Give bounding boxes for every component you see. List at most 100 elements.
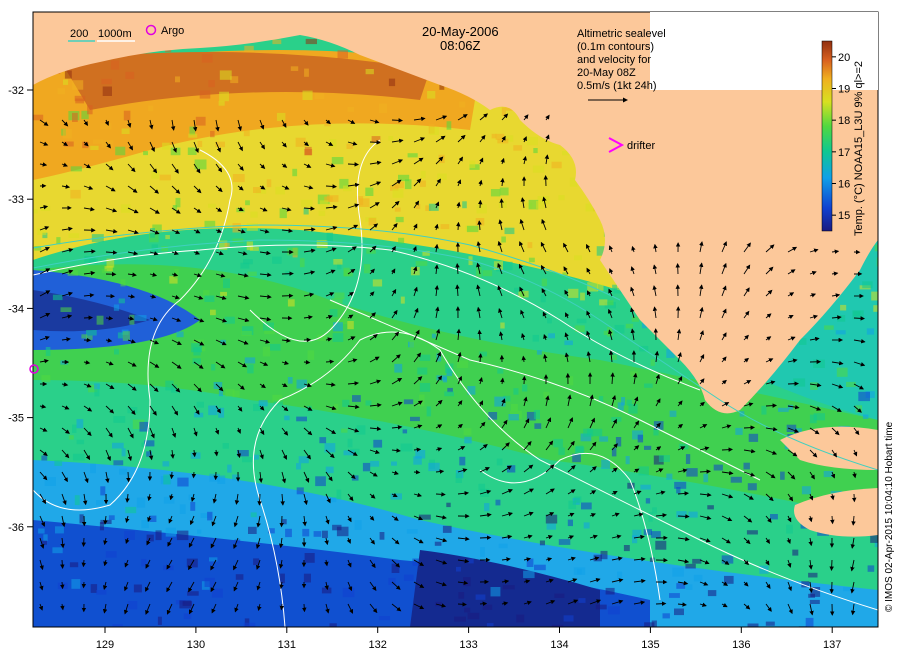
sst-pixel (292, 168, 298, 177)
sst-pixel (242, 457, 253, 463)
colorbar-tick-label: 18 (838, 115, 850, 127)
sst-pixel (404, 179, 412, 190)
sst-pixel (81, 334, 88, 339)
sst-pixel (877, 203, 878, 214)
sst-pixel (86, 335, 93, 340)
velocity-arrow (456, 221, 461, 231)
x-tick-label: 135 (641, 639, 659, 651)
velocity-arrow (126, 471, 131, 483)
sst-pixel (177, 477, 189, 487)
sst-pixel (603, 330, 614, 336)
sst-pixel (554, 593, 565, 598)
sst-pixel (365, 400, 372, 406)
sst-pixel (415, 450, 426, 459)
sst-pixel (246, 223, 258, 231)
sst-pixel (287, 299, 295, 307)
sst-pixel (165, 380, 174, 391)
sst-pixel (546, 523, 556, 530)
sst-pixel (532, 334, 539, 342)
sst-pixel (315, 476, 326, 487)
velocity-arrow (81, 581, 87, 589)
x-tick-label: 132 (369, 639, 387, 651)
sst-pixel (388, 136, 394, 141)
drifter-label: drifter (627, 140, 655, 152)
sst-pixel (463, 428, 472, 436)
sst-pixel (595, 604, 607, 610)
sst-pixel (501, 236, 506, 243)
sst-pixel (326, 195, 339, 202)
credit-text: © IMOS 02-Apr-2015 10:04:10 Hobart time (884, 421, 895, 612)
sst-pixel (478, 483, 486, 491)
sst-pixel (721, 555, 734, 564)
sst-pixel (843, 587, 852, 592)
sst-pixel (645, 498, 651, 504)
sst-pixel (672, 567, 684, 577)
sst-pixel (541, 278, 547, 287)
sst-pixel (136, 497, 146, 508)
sst-pixel (612, 284, 618, 290)
velocity-arrow (721, 447, 733, 452)
sst-pixel (373, 439, 383, 448)
sst-pixel (835, 330, 846, 335)
sst-pixel (143, 151, 148, 156)
sst-pixel (669, 593, 680, 598)
sst-pixel (823, 471, 833, 478)
sst-pixel (551, 161, 562, 169)
sst-pixel (583, 428, 594, 437)
sst-pixel (482, 270, 493, 277)
sst-pixel (72, 424, 77, 433)
sst-pixel (121, 448, 126, 457)
sst-pixel (558, 195, 565, 201)
sst-pixel (179, 504, 186, 514)
sst-pixel (688, 511, 698, 518)
sst-pixel (459, 456, 466, 466)
sst-pixel (139, 421, 149, 432)
sst-pixel (127, 601, 138, 610)
sst-pixel (837, 315, 846, 322)
sst-pixel (580, 292, 585, 301)
map-time: 08:06Z (440, 38, 481, 53)
velocity-arrow (302, 603, 307, 613)
sst-pixel (534, 564, 546, 571)
sst-pixel (482, 604, 493, 610)
sst-pixel (347, 321, 354, 330)
sst-pixel (666, 473, 673, 480)
velocity-arrow (81, 559, 86, 568)
sst-pixel (243, 259, 253, 265)
sst-pixel (735, 427, 743, 435)
sst-pixel (551, 624, 564, 627)
sst-pixel (303, 208, 309, 215)
sst-pixel (676, 487, 681, 494)
sst-pixel (325, 466, 334, 474)
sst-pixel (201, 54, 213, 63)
sst-pixel (592, 428, 603, 437)
sst-pixel (343, 269, 353, 277)
sst-pixel (165, 527, 176, 537)
sst-pixel (146, 534, 154, 542)
sst-pixel (94, 383, 100, 390)
x-axis: 129 130 131 132 133 134 135 136 137 (96, 627, 841, 651)
sst-pixel (532, 165, 545, 173)
colorbar-label: Temp. (°C) NOAA15_L3U 9% ql>=2 (853, 61, 865, 236)
sst-pixel (127, 407, 138, 414)
velocity-arrow (191, 471, 197, 479)
sst-pixel (188, 133, 198, 138)
map-date: 20-May-2006 (422, 24, 499, 39)
velocity-arrow (83, 315, 93, 320)
sst-pixel (359, 198, 370, 207)
sst-pixel (336, 489, 342, 500)
sst-pixel (207, 511, 213, 521)
colorbar-gradient (821, 40, 833, 232)
sst-pixel (410, 416, 420, 422)
sst-pixel (857, 626, 868, 627)
sst-pixel (275, 186, 285, 195)
sst-pixel (419, 354, 431, 361)
sst-pixel (395, 216, 404, 223)
sst-pixel (266, 179, 272, 188)
sst-pixel (599, 299, 608, 306)
sst-pixel (540, 294, 546, 303)
sst-pixel (100, 486, 106, 496)
sst-pixel (248, 526, 257, 534)
sst-pixel (115, 146, 126, 156)
sst-pixel (488, 412, 498, 420)
